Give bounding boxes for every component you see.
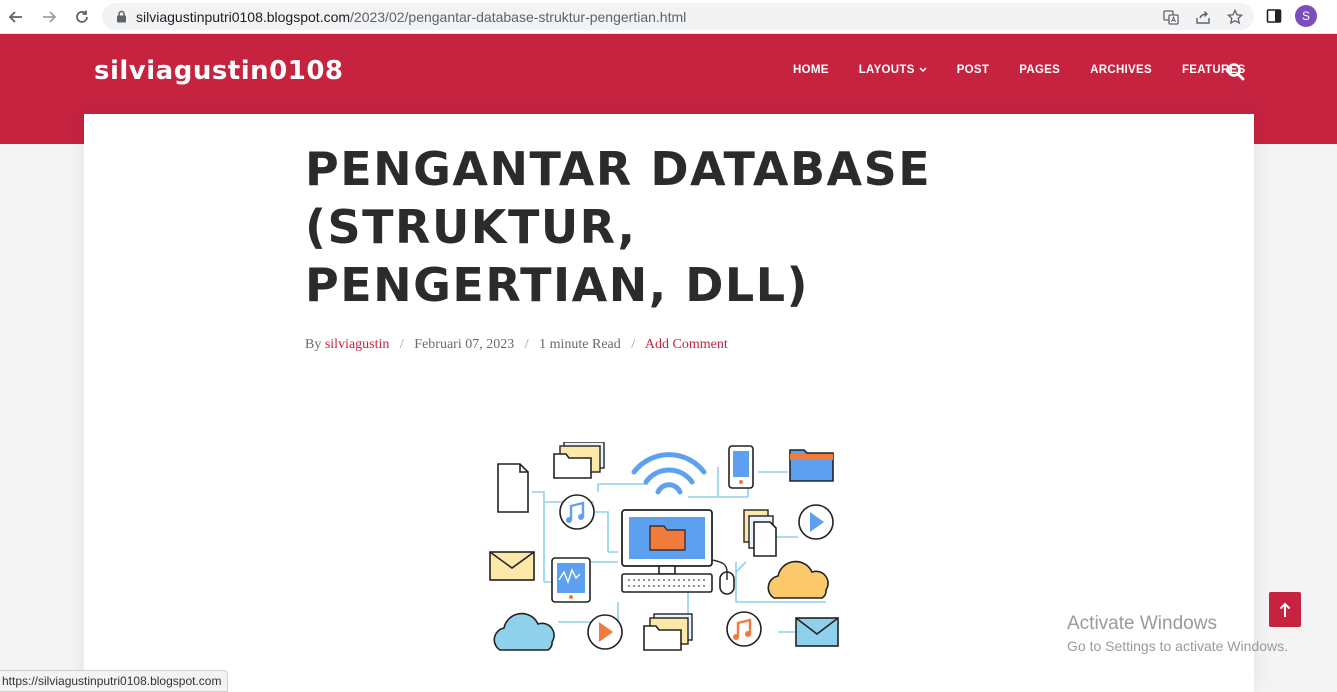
url-host: silviagustinputri0108.blogspot.com: [136, 8, 351, 25]
post-title: PENGANTAR DATABASE (STRUKTUR, PENGERTIAN…: [305, 142, 932, 312]
nav-home-label: HOME: [793, 64, 829, 76]
cloud-icon: [767, 560, 829, 599]
document-stack-icon: [743, 509, 777, 557]
nav-home[interactable]: HOME: [793, 64, 829, 76]
mouse-icon: [712, 559, 735, 595]
lock-icon[interactable]: [114, 10, 128, 24]
link-status-bar: https://silviagustinputri0108.blogspot.c…: [0, 670, 229, 692]
envelope-icon: [489, 551, 535, 581]
meta-separator: /: [524, 337, 529, 352]
post-date: Februari 07, 2023: [414, 337, 515, 352]
main-navigation: HOME LAYOUTS POST PAGES ARCHIVES FEATURE…: [793, 64, 1276, 76]
read-time: 1 minute Read: [539, 337, 621, 352]
nav-post[interactable]: POST: [957, 64, 990, 76]
smartphone-icon: [728, 445, 754, 489]
envelope-icon: [795, 617, 839, 647]
nav-archives-label: ARCHIVES: [1090, 64, 1152, 76]
reload-icon[interactable]: [70, 5, 94, 29]
post-meta: By silviagustin / Februari 07, 2023 / 1 …: [305, 337, 728, 353]
bookmark-star-icon[interactable]: [1226, 8, 1244, 26]
watermark-subtitle: Go to Settings to activate Windows.: [1067, 638, 1288, 654]
add-comment-link[interactable]: Add Comment: [645, 337, 728, 352]
back-icon[interactable]: [4, 5, 28, 29]
search-icon[interactable]: [1226, 62, 1246, 82]
nav-archives[interactable]: ARCHIVES: [1090, 64, 1152, 76]
url-text[interactable]: silviagustinputri0108.blogspot.com/2023/…: [136, 9, 686, 25]
meta-by: By: [305, 337, 322, 352]
post-card: PENGANTAR DATABASE (STRUKTUR, PENGERTIAN…: [84, 114, 1254, 692]
translate-icon[interactable]: [1162, 8, 1180, 26]
folder-stack-icon: [553, 442, 605, 479]
document-icon: [497, 463, 529, 513]
forward-icon[interactable]: [37, 5, 61, 29]
folder-stack-icon: [643, 613, 693, 651]
music-note-icon: [726, 611, 762, 647]
meta-separator: /: [631, 337, 636, 352]
nav-post-label: POST: [956, 64, 990, 76]
wifi-icon: [631, 452, 707, 495]
url-path: /2023/02/pengantar-database-struktur-pen…: [350, 8, 687, 25]
site-title[interactable]: silviagustin0108: [94, 56, 344, 86]
profile-avatar[interactable]: S: [1295, 5, 1317, 27]
keyboard-icon: [621, 573, 713, 593]
music-note-icon: [559, 494, 595, 530]
folder-icon: [789, 449, 834, 482]
nav-layouts-label: LAYOUTS: [858, 64, 915, 76]
play-button-icon: [798, 504, 834, 540]
play-button-icon: [587, 614, 623, 650]
browser-toolbar: silviagustinputri0108.blogspot.com/2023/…: [0, 0, 1337, 34]
share-icon[interactable]: [1194, 8, 1212, 26]
author-link[interactable]: silviagustin: [325, 337, 390, 352]
meta-separator: /: [399, 337, 404, 352]
address-bar[interactable]: silviagustinputri0108.blogspot.com/2023/…: [102, 3, 1254, 30]
nav-pages[interactable]: PAGES: [1019, 64, 1060, 76]
windows-activation-watermark: Activate Windows Go to Settings to activ…: [1067, 613, 1288, 654]
nav-pages-label: PAGES: [1019, 64, 1061, 76]
computer-monitor-icon: [621, 509, 713, 575]
network-illustration: [489, 442, 839, 651]
tablet-icon: [551, 557, 591, 603]
watermark-title: Activate Windows: [1067, 613, 1217, 634]
side-panel-icon[interactable]: [1265, 7, 1283, 25]
cloud-icon: [493, 612, 555, 651]
nav-layouts[interactable]: LAYOUTS: [859, 64, 927, 76]
chevron-down-icon: [919, 65, 927, 75]
